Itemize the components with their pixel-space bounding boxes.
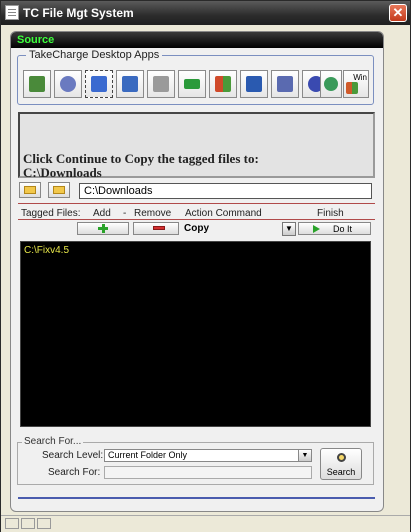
search-group: Search For... Search Level: Current Fold…: [17, 436, 374, 485]
add-button[interactable]: [77, 222, 129, 235]
app-button-globe[interactable]: [320, 70, 342, 98]
app-button-clock[interactable]: [54, 70, 82, 98]
clock-icon: [60, 76, 76, 92]
title-bar[interactable]: TC File Mgt System ✕: [1, 1, 410, 25]
globe-icon: [324, 77, 338, 91]
status-bar: [1, 515, 410, 532]
action-command-value: Copy: [184, 223, 209, 234]
destination-path-field[interactable]: C:\Downloads: [79, 183, 372, 199]
bottom-divider: [18, 497, 375, 499]
windows-logo-icon: [346, 82, 358, 94]
search-level-value: Current Folder Only: [108, 450, 188, 460]
app-button-windows-flag[interactable]: [209, 70, 237, 98]
status-cell: [5, 518, 19, 529]
chevron-down-icon[interactable]: ▼: [298, 450, 311, 461]
do-it-button[interactable]: Do It: [298, 222, 371, 235]
magnifier-icon: [337, 453, 346, 462]
search-level-label: Search Level:: [42, 450, 104, 461]
window-title: TC File Mgt System: [23, 6, 134, 20]
app-button-money[interactable]: [178, 70, 206, 98]
close-button[interactable]: ✕: [389, 4, 407, 22]
message-line-1: Click Continue to Copy the tagged files …: [23, 151, 259, 166]
copy-message: Click Continue to Copy the tagged files …: [23, 152, 259, 180]
windows-app-label: Win: [353, 73, 367, 82]
search-button[interactable]: Search: [320, 448, 362, 480]
source-label: Source: [17, 34, 55, 46]
status-cell: [21, 518, 35, 529]
add-header: Add: [93, 208, 111, 219]
minus-icon: [153, 226, 165, 230]
browse-folder-button[interactable]: [48, 182, 70, 198]
app-window: TC File Mgt System ✕ Source TakeCharge D…: [0, 0, 411, 532]
message-line-2: C:\Downloads: [23, 165, 102, 180]
money-icon: [184, 79, 200, 89]
tagged-files-header: Tagged Files:: [21, 208, 81, 219]
documents-icon: [122, 76, 138, 92]
picture-icon: [29, 76, 45, 92]
app-button-calculator[interactable]: [147, 70, 175, 98]
divider: [18, 219, 375, 220]
search-legend: Search For...: [22, 436, 84, 447]
arrow-icon: [313, 225, 320, 233]
tagged-files-list[interactable]: C:\Fixv4.5: [20, 241, 371, 427]
open-folder-button[interactable]: [19, 182, 41, 198]
search-button-label: Search: [326, 467, 356, 477]
app-button-word[interactable]: [240, 70, 268, 98]
remove-button[interactable]: [133, 222, 179, 235]
document-icon: [5, 5, 19, 20]
satellite-icon: [91, 76, 107, 92]
plus-icon: [98, 224, 108, 233]
source-panel: Source TakeCharge Desktop Apps Win Click…: [10, 31, 384, 512]
list-item[interactable]: C:\Fixv4.5: [24, 245, 69, 256]
calculator-icon: [153, 76, 169, 92]
message-box: Click Continue to Copy the tagged files …: [18, 112, 375, 180]
finish-header: Finish: [317, 208, 344, 219]
app-button-documents[interactable]: [116, 70, 144, 98]
app-button-satellite[interactable]: [85, 70, 113, 98]
word-icon: [246, 76, 262, 92]
do-it-label: Do It: [333, 224, 353, 234]
apps-legend: TakeCharge Desktop Apps: [26, 49, 163, 61]
search-level-select[interactable]: Current Folder Only ▼: [104, 449, 312, 462]
search-input[interactable]: [104, 466, 312, 479]
remove-header: Remove: [134, 208, 172, 219]
folder-icon: [24, 186, 36, 194]
app-button-picture[interactable]: [23, 70, 51, 98]
action-command-header: Action Command: [185, 208, 262, 219]
windows-stack-icon: [277, 76, 293, 92]
app-button-windows-stack[interactable]: [271, 70, 299, 98]
folder-icon: [53, 186, 65, 194]
dash-header: -: [123, 208, 127, 219]
windows-flag-icon: [215, 76, 231, 92]
status-cell: [37, 518, 51, 529]
app-button-windows[interactable]: Win: [343, 70, 369, 98]
search-for-label: Search For:: [48, 467, 101, 478]
desktop-apps-group: TakeCharge Desktop Apps Win: [17, 49, 374, 105]
source-header: Source: [11, 32, 383, 48]
action-command-dropdown[interactable]: ▼: [282, 222, 296, 236]
divider: [18, 203, 375, 204]
